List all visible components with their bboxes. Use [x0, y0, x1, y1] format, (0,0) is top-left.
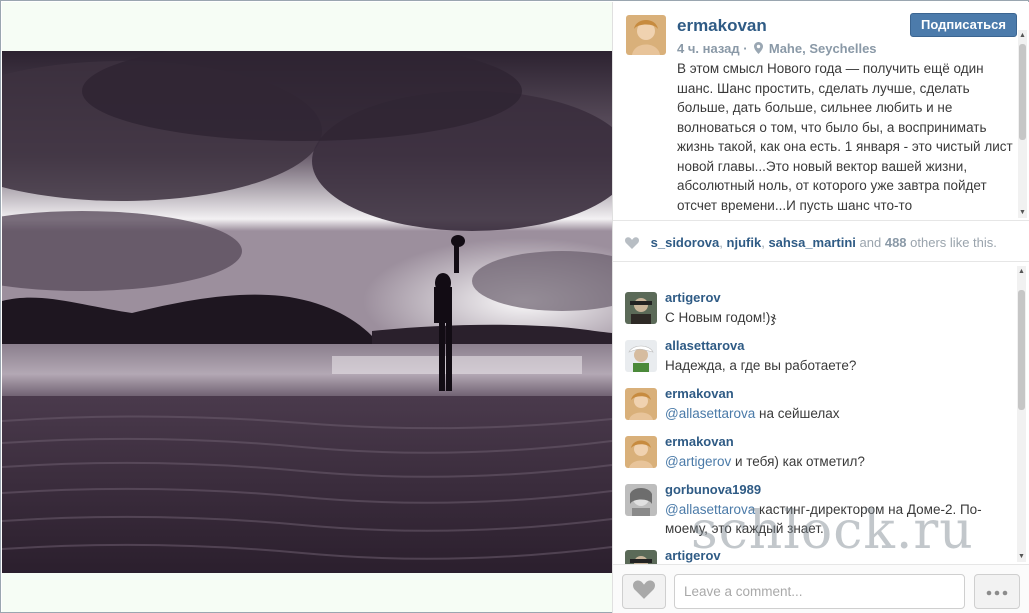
author-avatar[interactable]: [626, 15, 666, 55]
author-username[interactable]: ermakovan: [677, 16, 767, 36]
commenter-avatar[interactable]: [625, 292, 657, 324]
heart-icon: [633, 580, 655, 604]
comment-text: Надежда, а где вы работаете?: [665, 356, 995, 375]
scroll-up-icon[interactable]: ▲: [1019, 32, 1026, 39]
comment-mention[interactable]: @allasettarova: [665, 406, 755, 421]
scroll-up-icon[interactable]: ▲: [1018, 268, 1025, 275]
liker-link[interactable]: s_sidorova: [651, 235, 720, 250]
liker-link[interactable]: sahsa_martini: [768, 235, 855, 250]
scroll-down-icon[interactable]: ▼: [1019, 209, 1026, 216]
post-time[interactable]: 4 ч. назад: [677, 41, 740, 56]
caption-scrollbar[interactable]: ▲ ▼: [1018, 30, 1027, 218]
scroll-thumb[interactable]: [1019, 44, 1026, 140]
comment-body: Надежда, а где вы работаете?: [665, 358, 857, 373]
heart-icon: [625, 237, 639, 252]
comment-footer: [613, 564, 1029, 613]
likes-count[interactable]: 488: [885, 235, 907, 250]
commenter-avatar[interactable]: [625, 388, 657, 420]
comments-scrollbar[interactable]: ▲ ▼: [1017, 266, 1026, 562]
photo-area: [2, 2, 612, 612]
comment-text: @allasettarova на сейшелах: [665, 404, 995, 423]
likes-separator: ,: [719, 235, 723, 250]
comment-username[interactable]: allasettarova: [665, 338, 745, 353]
comment-input[interactable]: [674, 574, 965, 609]
comment-text: @artigerov и тебя) как отметил?: [665, 452, 995, 471]
liker-link[interactable]: njufik: [727, 235, 762, 250]
post-location[interactable]: Mahe, Seychelles: [769, 41, 877, 56]
scroll-thumb[interactable]: [1018, 290, 1025, 410]
post-header: ermakovan 4 ч. назад · Mahe, Seychelles …: [613, 2, 1029, 220]
post-meta: 4 ч. назад · Mahe, Seychelles: [677, 41, 877, 57]
post-photo[interactable]: [2, 51, 612, 573]
watermark: schlock.ru: [691, 501, 974, 561]
comment-username[interactable]: ermakovan: [665, 386, 734, 401]
meta-separator: ·: [743, 41, 748, 56]
comment-username[interactable]: artigerov: [665, 290, 721, 305]
comment-body: С Новым годом!)ჯ: [665, 310, 777, 325]
comment-body: и тебя) как отметил?: [731, 454, 865, 469]
commenter-avatar[interactable]: [625, 340, 657, 372]
likes-rest: others like this.: [910, 235, 997, 250]
more-dots-icon: [986, 583, 1008, 601]
comment-mention[interactable]: @artigerov: [665, 454, 731, 469]
comment-text: С Новым годом!)ჯ: [665, 308, 995, 327]
likes-bar: s_sidorova, njufik, sahsa_martini and 48…: [613, 220, 1029, 262]
commenter-avatar[interactable]: [625, 550, 657, 564]
comment-username[interactable]: ermakovan: [665, 434, 734, 449]
scroll-down-icon[interactable]: ▼: [1018, 553, 1025, 560]
more-options-button[interactable]: [974, 574, 1020, 609]
likes-and: and: [859, 235, 882, 250]
follow-button[interactable]: Подписаться: [910, 13, 1017, 37]
comment-username[interactable]: gorbunova1989: [665, 482, 761, 497]
post-caption: В этом смысл Нового года — получить ещё …: [677, 61, 1013, 213]
likes-separator: ,: [761, 235, 765, 250]
commenter-avatar[interactable]: [625, 436, 657, 468]
like-button[interactable]: [622, 574, 666, 609]
commenter-avatar[interactable]: [625, 484, 657, 516]
comment-body: на сейшелах: [755, 406, 840, 421]
location-pin-icon: [754, 42, 764, 57]
post-modal: ermakovan 4 ч. назад · Mahe, Seychelles …: [0, 0, 1029, 613]
